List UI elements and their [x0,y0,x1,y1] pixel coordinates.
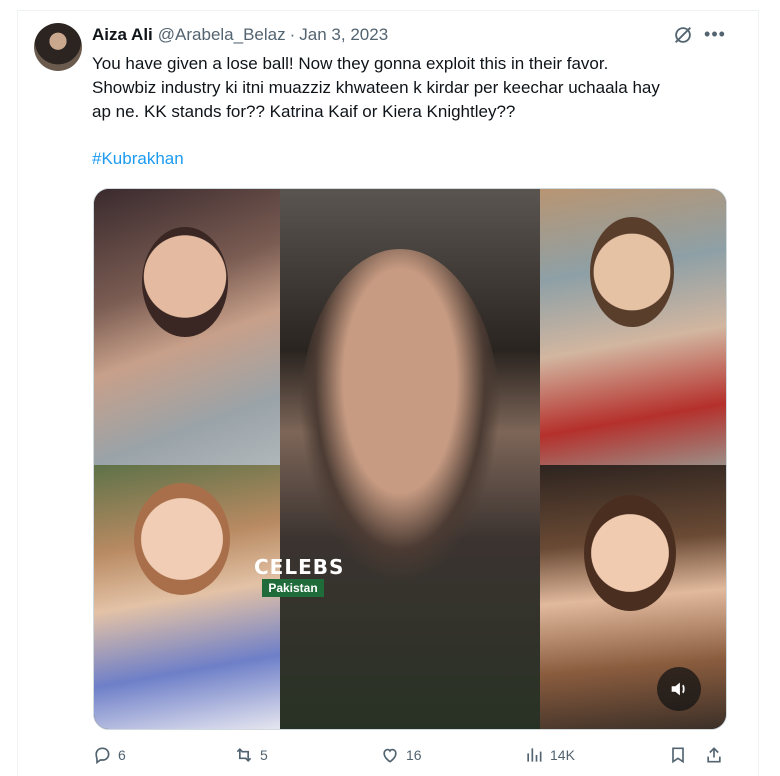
portrait-face [142,227,228,337]
reply-icon [95,747,110,765]
retweet-count: 5 [260,747,268,763]
views-count: 14K [550,747,575,763]
views-button[interactable]: 14K [524,742,575,768]
portrait-face [590,217,674,327]
portrait-face [584,495,676,611]
media-photo-bottom-left [94,465,280,729]
author-name[interactable]: Aiza Ali [92,25,153,45]
tweet-text-line: You have given a lose ball! Now they gon… [92,54,609,73]
reply-count: 6 [118,747,126,763]
views-icon [527,748,542,762]
watermark-title: CELEBS [254,555,345,579]
grok-icon[interactable] [672,24,694,46]
tweet-text-line: ap ne. KK stands for?? Katrina Kaif or K… [92,102,516,121]
bookmark-icon [672,747,684,764]
header-separator: · [289,25,296,44]
watermark-subtitle: Pakistan [262,579,324,597]
author-handle[interactable]: @Arabela_Belaz [158,25,286,45]
author-avatar[interactable] [34,23,82,71]
share-icon [707,747,721,763]
reply-button[interactable]: 6 [92,742,126,768]
media-photo-top-left [94,189,280,465]
like-icon [383,748,397,763]
sound-icon[interactable] [657,667,701,711]
celebs-watermark: CELEBS Pakistan [254,555,345,597]
tweet-date[interactable]: Jan 3, 2023 [299,25,388,45]
more-options-button[interactable]: ••• [703,22,727,46]
tweet-text: You have given a lose ball! Now they gon… [92,52,732,124]
share-button[interactable] [704,742,724,768]
media-photo-top-right [540,189,726,465]
media-video-frame[interactable] [280,189,540,729]
tweet-text-line: Showbiz industry ki itni muazziz khwatee… [92,78,660,97]
tweet-actions: 6 5 16 14K [92,742,732,770]
like-button[interactable]: 16 [380,742,422,768]
like-count: 16 [406,747,422,763]
tweet-media[interactable]: CELEBS Pakistan [93,188,727,730]
hashtag-link[interactable]: #Kubrakhan [92,149,184,169]
bookmark-button[interactable] [668,742,688,768]
retweet-button[interactable]: 5 [234,742,268,768]
portrait-face [134,483,230,595]
retweet-icon [236,747,252,763]
portrait-face [300,249,500,579]
tweet-header: Aiza Ali @Arabela_Belaz · Jan 3, 2023 [92,23,388,47]
